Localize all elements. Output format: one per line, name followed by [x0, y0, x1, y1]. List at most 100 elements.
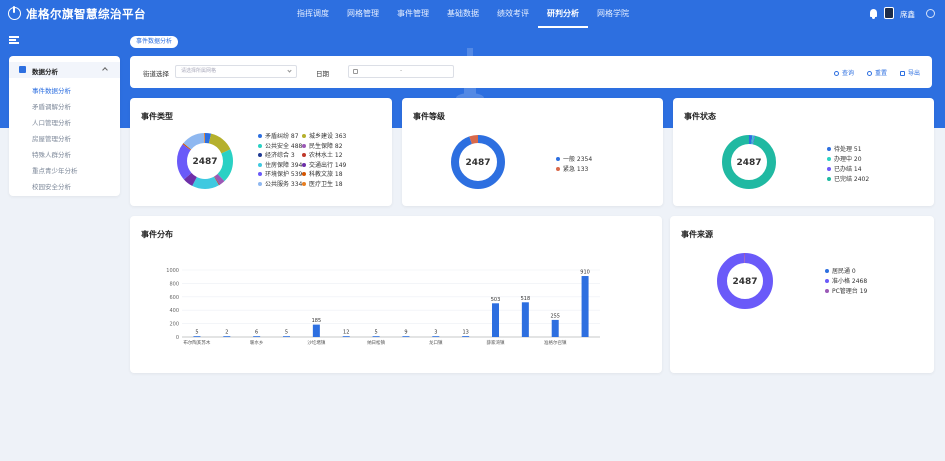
bar[interactable]	[223, 336, 231, 337]
x-tick-label: 准格尔召镇	[544, 339, 567, 346]
sidebar-item-event-analysis[interactable]: 事件数据分析	[32, 85, 71, 95]
legend-item[interactable]: 紧急 133	[556, 164, 588, 173]
sidebar-item-mediation-analysis[interactable]: 矛盾调解分析	[32, 101, 71, 111]
nav-item-dispatch[interactable]: 指挥调度	[288, 0, 338, 28]
legend-item[interactable]: 住房保障 394	[258, 160, 302, 169]
legend-item[interactable]: 公共服务 334	[258, 179, 302, 188]
bar[interactable]	[372, 336, 380, 337]
menu-toggle-icon[interactable]	[9, 36, 19, 44]
legend-item[interactable]: 农林水土 12	[302, 150, 343, 159]
legend-label: 办理中 20	[834, 156, 862, 163]
legend-item[interactable]: 经济综合 3	[258, 150, 295, 159]
bar-value-label: 910	[580, 270, 590, 276]
app-title: 准格尔旗智慧综治平台	[26, 7, 146, 21]
legend-label: 已完结 2402	[834, 176, 870, 183]
legend-label: 准小格 2468	[832, 278, 868, 285]
legend-item[interactable]: 待处理 51	[827, 144, 862, 153]
legend-item[interactable]: 环境保护 539	[258, 169, 302, 178]
legend-dot-icon	[302, 172, 306, 177]
avatar[interactable]	[884, 7, 894, 19]
legend-item[interactable]: 准小格 2468	[825, 276, 867, 285]
nav-item-academy[interactable]: 网格学院	[588, 0, 638, 28]
nav-item-base-data[interactable]: 基础数据	[438, 0, 488, 28]
bar[interactable]	[462, 336, 470, 337]
legend-label: 紧急 133	[563, 166, 589, 173]
event-distribution-chart: 100080060040020005布尔陶亥苏木2 6暖水乡5185沙圪堵镇12 5…	[166, 268, 600, 346]
sidebar-item-special-group-analysis[interactable]: 特殊人群分析	[32, 149, 71, 159]
legend-item[interactable]: 民生保障 82	[302, 141, 343, 150]
query-button[interactable]: 查询	[834, 68, 854, 77]
event-type-card: 事件类型 2487 矛盾纠纷 87 城乡建设 363 公共安全 488 民生保障 82…	[130, 98, 392, 206]
bar[interactable]	[253, 336, 261, 337]
legend-item[interactable]: 公共安全 488	[258, 141, 302, 150]
reset-button[interactable]: 重置	[867, 68, 887, 77]
bar[interactable]	[581, 276, 589, 337]
legend-dot-icon	[258, 134, 262, 138]
legend-item[interactable]: 已办结 14	[827, 164, 862, 173]
donut-total-label: 2487	[732, 277, 757, 287]
y-tick-label: 600	[169, 295, 179, 301]
date-range-input[interactable]: -	[348, 65, 454, 78]
date-label: 日期	[316, 70, 329, 78]
bar[interactable]	[521, 302, 529, 337]
legend-dot-icon	[258, 143, 262, 148]
legend-item[interactable]: 交通出行 149	[302, 160, 346, 169]
filter-bar: 街道选择 请选择所属网格 日期 - 查询 重置 导出	[130, 56, 932, 88]
donut-total-label: 2487	[736, 158, 761, 168]
bar[interactable]	[342, 336, 350, 337]
legend-label: 住房保障 394	[265, 161, 303, 169]
x-tick-label: 暖水乡	[250, 339, 264, 346]
legend-item[interactable]: PC管理台 19	[825, 286, 867, 295]
legend-item[interactable]: 科教文旅 18	[302, 169, 343, 178]
bar-value-label: 13	[462, 330, 468, 336]
bar[interactable]	[193, 336, 201, 337]
nav-item-events[interactable]: 事件管理	[388, 0, 438, 28]
legend-item[interactable]: 城乡建设 363	[302, 131, 346, 140]
legend-dot-icon	[825, 279, 829, 283]
legend-dot-icon	[302, 182, 306, 186]
sidebar-item-campus-analysis[interactable]: 校园安全分析	[32, 181, 71, 191]
bar[interactable]	[432, 336, 440, 337]
legend-item[interactable]: 矛盾纠纷 87	[258, 131, 299, 140]
nav-item-analysis[interactable]: 研判分析	[538, 0, 588, 28]
bar[interactable]	[312, 324, 320, 337]
settings-icon[interactable]	[926, 9, 935, 18]
legend-item[interactable]: 居民通 0	[825, 266, 856, 275]
legend-item[interactable]: 一般 2354	[556, 154, 592, 163]
nav-item-grid[interactable]: 网格管理	[338, 0, 388, 28]
sidebar-item-youth-analysis[interactable]: 重点青少年分析	[32, 165, 78, 175]
user-name[interactable]: 席鑫	[900, 9, 915, 20]
sidebar-item-housing-analysis[interactable]: 房屋管理分析	[32, 133, 71, 143]
legend-item[interactable]: 医疗卫生 18	[302, 179, 343, 188]
legend-dot-icon	[827, 147, 831, 151]
bar[interactable]	[492, 303, 499, 337]
legend-label: 公共安全 488	[265, 142, 303, 150]
event-level-donut: 2487	[451, 135, 505, 189]
x-tick-label: 沙圪堵镇	[307, 339, 325, 346]
bar-value-label: 255	[550, 313, 560, 319]
x-tick-label: 龙口镇	[429, 339, 443, 346]
bar-value-label: 5	[195, 330, 198, 336]
street-select[interactable]: 请选择所属网格	[175, 65, 297, 78]
export-button[interactable]: 导出	[900, 68, 920, 77]
bar[interactable]	[402, 336, 410, 337]
bell-icon[interactable]	[870, 9, 877, 19]
search-icon	[834, 71, 839, 76]
event-source-title: 事件来源	[681, 230, 713, 239]
legend-label: 交通出行 149	[309, 161, 347, 169]
sidebar: 数据分析 事件数据分析 矛盾调解分析 人口管理分析 房屋管理分析 特殊人群分析 …	[9, 56, 120, 196]
bar[interactable]	[283, 336, 290, 337]
reset-button-label: 重置	[875, 70, 888, 77]
logo-icon	[8, 6, 21, 20]
nav-item-performance[interactable]: 绩效考评	[488, 0, 538, 28]
legend-item[interactable]: 已完结 2402	[827, 174, 869, 183]
legend-item[interactable]: 办理中 20	[827, 154, 862, 163]
legend-label: 城乡建设 363	[309, 133, 347, 140]
bar[interactable]	[551, 319, 559, 337]
legend-dot-icon	[258, 172, 262, 177]
sidebar-item-population-analysis[interactable]: 人口管理分析	[32, 117, 71, 127]
donut-total-label: 2487	[465, 158, 490, 168]
y-tick-label: 800	[169, 281, 179, 287]
breadcrumb-tab[interactable]: 事件数据分析	[130, 36, 179, 48]
sidebar-group-header[interactable]: 数据分析	[9, 62, 120, 78]
